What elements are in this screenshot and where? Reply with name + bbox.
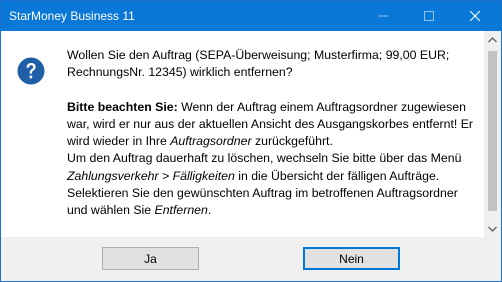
vertical-scrollbar[interactable] [484,31,501,237]
note-folder: Auftragsordner [170,134,252,149]
chevron-up-icon [488,36,497,42]
minimize-icon [378,15,388,17]
delete-paragraph: Um den Auftrag dauerhaft zu löschen, wec… [67,150,479,219]
note-text-2: zurückgeführt. [251,134,333,149]
minimize-button[interactable] [361,1,405,31]
dialog-window: StarMoney Business 11 Wollen Sie den Auf… [0,0,502,282]
delete-menu-path: Zahlungsverkehr > Fälligkeiten [67,168,235,183]
yes-button[interactable]: Ja [102,247,199,270]
delete-text-1: Um den Auftrag dauerhaft zu löschen, wec… [67,151,462,166]
close-icon [470,11,480,21]
message-area: Wollen Sie den Auftrag (SEPA-Überweisung… [1,31,484,237]
maximize-button[interactable] [407,1,451,31]
message-text: Wollen Sie den Auftrag (SEPA-Überweisung… [67,47,479,220]
window-title: StarMoney Business 11 [9,9,135,23]
note-paragraph: Bitte beachten Sie: Wenn der Auftrag ein… [67,99,479,151]
button-bar: Ja Nein [1,237,501,281]
no-button[interactable]: Nein [303,247,400,270]
delete-action: Entfernen [154,203,208,218]
close-button[interactable] [453,1,497,31]
question-text: Wollen Sie den Auftrag (SEPA-Überweisung… [67,48,450,80]
delete-text-3: . [207,203,212,218]
scroll-up-button[interactable] [484,31,501,48]
scrollbar-thumb[interactable] [488,51,497,211]
note-label: Bitte beachten Sie: [67,99,178,114]
question-icon [17,57,45,85]
title-bar[interactable]: StarMoney Business 11 [1,1,501,31]
scroll-down-button[interactable] [484,220,501,237]
maximize-icon [424,11,434,21]
chevron-down-icon [488,226,497,232]
